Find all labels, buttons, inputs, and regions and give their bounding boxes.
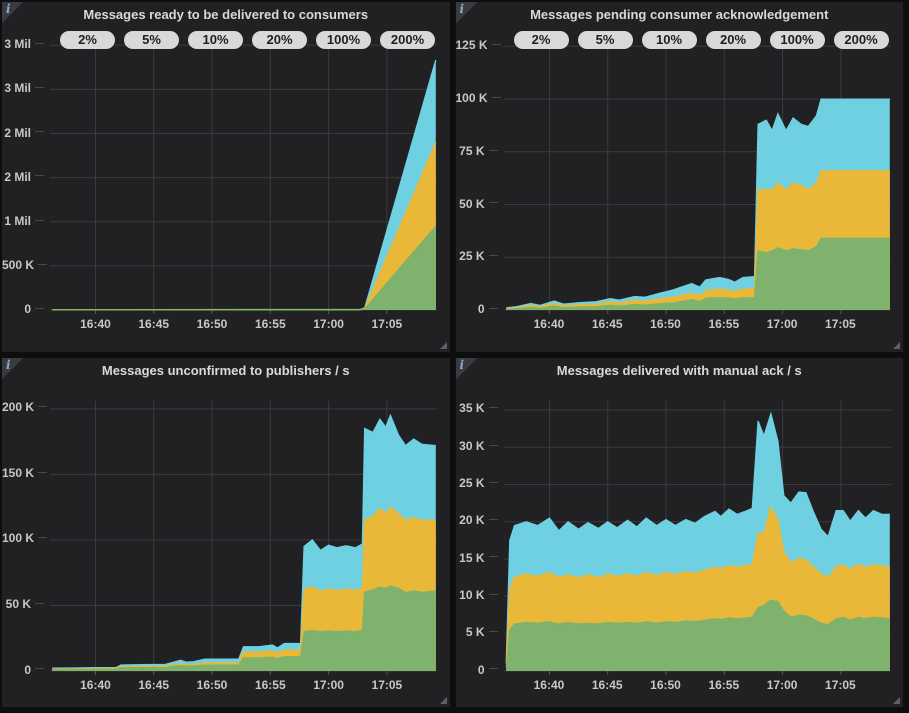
info-icon-glyph: i	[6, 2, 11, 16]
x-tick-label: 16:50	[644, 678, 688, 692]
x-tick-label: 16:45	[132, 678, 176, 692]
badge-100pct[interactable]: 100%	[316, 31, 371, 49]
y-tick-label: 2 Mil	[2, 170, 44, 184]
x-tick-label: 16:55	[248, 678, 292, 692]
y-tick-label: 150 K	[2, 466, 44, 480]
panel-messages-delivered-ack: i Messages delivered with manual ack / s…	[456, 358, 904, 708]
x-tick-label: 17:05	[818, 678, 862, 692]
x-tick-label: 17:00	[760, 678, 804, 692]
badge-2pct[interactable]: 2%	[60, 31, 115, 49]
y-tick-label: 20 K	[456, 513, 498, 527]
info-icon[interactable]: i	[456, 2, 477, 23]
stacked-area-svg	[504, 40, 891, 315]
y-tick-label: 0	[2, 663, 44, 677]
badge-200pct[interactable]: 200%	[380, 31, 435, 49]
info-icon[interactable]: i	[456, 358, 477, 379]
y-tick-label: 50 K	[2, 597, 44, 611]
x-tick-label: 16:40	[527, 678, 571, 692]
y-tick-label: 100 K	[456, 91, 498, 105]
x-tick-label: 16:40	[527, 317, 571, 331]
threshold-badges: 2% 5% 10% 20% 100% 200%	[60, 31, 435, 49]
panel-messages-unconfirmed: i Messages unconfirmed to publishers / s…	[2, 358, 450, 708]
stacked-area-svg	[50, 40, 437, 315]
x-tick-label: 16:40	[73, 678, 117, 692]
x-tick-label: 16:50	[190, 317, 234, 331]
y-tick-label: 10 K	[456, 588, 498, 602]
x-tick-label: 17:00	[760, 317, 804, 331]
x-tick-label: 16:50	[190, 678, 234, 692]
badge-20pct[interactable]: 20%	[706, 31, 761, 49]
y-tick-label: 0	[2, 302, 44, 316]
y-tick-label: 5 K	[456, 625, 498, 639]
y-tick-label: 1 Mil	[2, 214, 44, 228]
info-icon[interactable]: i	[2, 2, 23, 23]
x-tick-label: 16:45	[585, 317, 629, 331]
panel-messages-pending-ack: i Messages pending consumer acknowledgem…	[456, 2, 904, 352]
threshold-badges: 2% 5% 10% 20% 100% 200%	[514, 31, 889, 49]
y-tick-label: 50 K	[456, 197, 498, 211]
stacked-area-svg	[504, 401, 891, 676]
info-icon-glyph: i	[460, 358, 465, 372]
x-tick-label: 17:05	[818, 317, 862, 331]
info-icon-glyph: i	[6, 358, 11, 372]
resize-handle[interactable]	[440, 342, 447, 349]
x-tick-label: 17:00	[307, 678, 351, 692]
x-tick-label: 16:50	[644, 317, 688, 331]
x-tick-label: 16:55	[248, 317, 292, 331]
stacked-area-svg	[50, 401, 437, 676]
badge-10pct[interactable]: 10%	[188, 31, 243, 49]
badge-5pct[interactable]: 5%	[124, 31, 179, 49]
y-tick-label: 30 K	[456, 439, 498, 453]
x-tick-label: 16:55	[702, 678, 746, 692]
y-tick-label: 75 K	[456, 144, 498, 158]
y-tick-label: 0	[456, 663, 498, 677]
y-tick-label: 0	[456, 302, 498, 316]
panel-title[interactable]: Messages unconfirmed to publishers / s	[2, 363, 450, 378]
y-tick-label: 15 K	[456, 551, 498, 565]
x-tick-label: 16:55	[702, 317, 746, 331]
panel-title[interactable]: Messages delivered with manual ack / s	[456, 363, 904, 378]
y-tick-label: 125 K	[456, 38, 498, 52]
y-tick-label: 3 Mil	[2, 37, 44, 51]
info-icon[interactable]: i	[2, 358, 23, 379]
x-tick-label: 17:05	[365, 317, 409, 331]
resize-handle[interactable]	[440, 697, 447, 704]
y-tick-label: 500 K	[2, 258, 44, 272]
y-tick-label: 200 K	[2, 400, 44, 414]
x-tick-label: 16:45	[132, 317, 176, 331]
badge-10pct[interactable]: 10%	[642, 31, 697, 49]
resize-handle[interactable]	[893, 342, 900, 349]
panel-title[interactable]: Messages pending consumer acknowledgemen…	[456, 7, 904, 22]
y-tick-label: 35 K	[456, 401, 498, 415]
y-tick-label: 25 K	[456, 476, 498, 490]
panel-title[interactable]: Messages ready to be delivered to consum…	[2, 7, 450, 22]
badge-2pct[interactable]: 2%	[514, 31, 569, 49]
x-tick-label: 17:00	[307, 317, 351, 331]
chart-area[interactable]	[504, 40, 891, 310]
chart-area[interactable]	[50, 401, 437, 671]
panel-messages-ready: i Messages ready to be delivered to cons…	[2, 2, 450, 352]
x-tick-label: 16:40	[73, 317, 117, 331]
y-tick-label: 3 Mil	[2, 81, 44, 95]
chart-area[interactable]	[50, 40, 437, 310]
resize-handle[interactable]	[893, 697, 900, 704]
badge-200pct[interactable]: 200%	[834, 31, 889, 49]
badge-5pct[interactable]: 5%	[578, 31, 633, 49]
y-tick-label: 100 K	[2, 531, 44, 545]
y-tick-label: 25 K	[456, 249, 498, 263]
dashboard-grid: i Messages ready to be delivered to cons…	[0, 0, 905, 709]
x-tick-label: 16:45	[585, 678, 629, 692]
badge-20pct[interactable]: 20%	[252, 31, 307, 49]
y-tick-label: 2 Mil	[2, 126, 44, 140]
info-icon-glyph: i	[460, 2, 465, 16]
x-tick-label: 17:05	[365, 678, 409, 692]
badge-100pct[interactable]: 100%	[770, 31, 825, 49]
chart-area[interactable]	[504, 401, 891, 671]
